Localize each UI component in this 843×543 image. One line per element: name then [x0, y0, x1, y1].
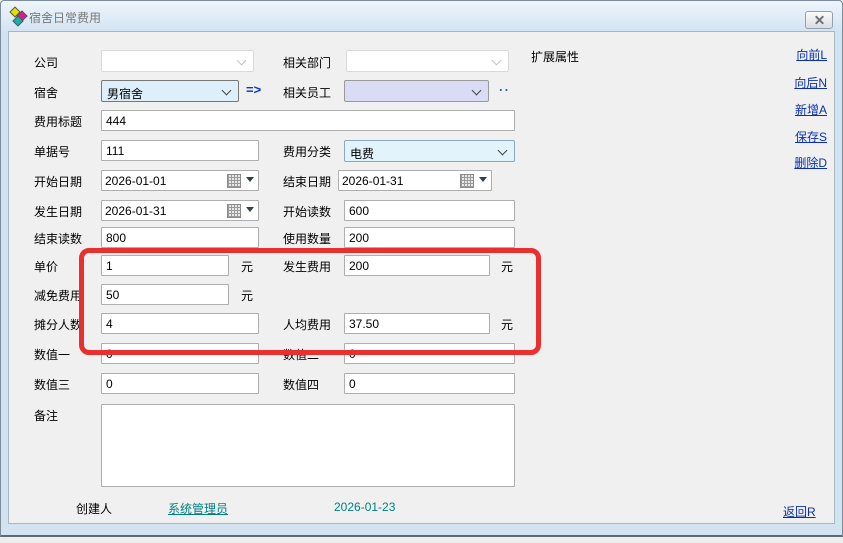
- remark-textarea[interactable]: [101, 404, 515, 487]
- end-date-input[interactable]: [339, 171, 445, 190]
- window-title: 宿舍日常费用: [29, 9, 101, 26]
- nav-next-link[interactable]: 向后N: [794, 74, 827, 91]
- chevron-down-icon: [237, 56, 247, 66]
- occur-date-picker[interactable]: [101, 200, 259, 221]
- discount-cost-label: 减免费用: [34, 287, 82, 304]
- num2-input[interactable]: [344, 343, 515, 364]
- date-dropdown-arrow-icon[interactable]: [479, 177, 487, 182]
- related-employee-label: 相关员工: [283, 84, 331, 101]
- unit-price-unit: 元: [241, 258, 253, 275]
- date-dropdown-arrow-icon[interactable]: [246, 177, 254, 182]
- num3-input[interactable]: [101, 373, 259, 394]
- start-date-picker[interactable]: [101, 170, 259, 191]
- calendar-icon: [460, 174, 474, 188]
- end-date-picker[interactable]: [338, 170, 492, 191]
- transfer-arrow-button[interactable]: =>: [246, 82, 261, 97]
- start-date-input[interactable]: [102, 171, 211, 190]
- close-icon: [814, 15, 824, 25]
- num4-input[interactable]: [344, 373, 515, 394]
- start-date-label: 开始日期: [34, 173, 82, 190]
- dormitory-select[interactable]: 男宿舍: [101, 80, 239, 102]
- calendar-icon: [227, 204, 241, 218]
- chevron-down-icon: [498, 146, 508, 156]
- expense-category-label: 费用分类: [283, 143, 331, 160]
- start-reading-label: 开始读数: [283, 203, 331, 220]
- unit-price-input[interactable]: [101, 255, 229, 276]
- chevron-down-icon: [472, 86, 482, 96]
- expense-title-input[interactable]: [101, 110, 515, 131]
- num2-label: 数值二: [283, 346, 319, 363]
- occur-date-input[interactable]: [102, 201, 211, 220]
- app-icon: [10, 8, 26, 24]
- calendar-icon: [227, 174, 241, 188]
- discount-cost-input[interactable]: [101, 284, 229, 305]
- chevron-down-icon: [492, 56, 502, 66]
- expense-category-select[interactable]: 电费: [344, 140, 515, 162]
- share-count-label: 摊分人数: [34, 316, 82, 333]
- avg-cost-label: 人均费用: [283, 316, 331, 333]
- extended-attributes-label: 扩展属性: [531, 48, 579, 65]
- end-date-label: 结束日期: [283, 173, 331, 190]
- chevron-down-icon: [222, 86, 232, 96]
- doc-no-input[interactable]: [101, 140, 259, 161]
- usage-qty-label: 使用数量: [283, 230, 331, 247]
- num1-input[interactable]: [101, 343, 259, 364]
- expense-category-value: 电费: [350, 145, 374, 162]
- nav-prev-link[interactable]: 向前L: [796, 46, 827, 63]
- num4-label: 数值四: [283, 376, 319, 393]
- avg-cost-input[interactable]: [344, 313, 490, 334]
- expense-title-label: 费用标题: [34, 113, 82, 130]
- company-label: 公司: [34, 54, 58, 71]
- num1-label: 数值一: [34, 346, 70, 363]
- usage-qty-input[interactable]: [344, 227, 515, 248]
- remark-label: 备注: [34, 407, 58, 424]
- end-reading-label: 结束读数: [34, 230, 82, 247]
- screen: 宿舍日常费用 公司 相关部门 扩展属性 宿舍 男宿舍 => 相关员工: [0, 0, 843, 543]
- delete-link[interactable]: 删除D: [794, 154, 827, 171]
- back-link[interactable]: 返回R: [783, 503, 816, 520]
- occur-cost-unit: 元: [501, 258, 513, 275]
- dialog-dormitory-daily-expense: 宿舍日常费用 公司 相关部门 扩展属性 宿舍 男宿舍 => 相关员工: [0, 0, 843, 537]
- related-employee-select[interactable]: [344, 80, 489, 102]
- save-link[interactable]: 保存S: [795, 128, 827, 145]
- close-button[interactable]: [805, 11, 833, 29]
- occur-cost-input[interactable]: [344, 255, 490, 276]
- end-reading-input[interactable]: [101, 227, 259, 248]
- occur-date-label: 发生日期: [34, 203, 82, 220]
- creator-label: 创建人: [76, 500, 112, 517]
- related-dept-label: 相关部门: [283, 54, 331, 71]
- unit-price-label: 单价: [34, 258, 58, 275]
- start-reading-input[interactable]: [344, 200, 515, 221]
- dormitory-label: 宿舍: [34, 84, 58, 101]
- employee-lookup-button[interactable]: ..: [499, 79, 510, 94]
- share-count-input[interactable]: [101, 313, 259, 334]
- avg-cost-unit: 元: [501, 316, 513, 333]
- titlebar[interactable]: 宿舍日常费用: [1, 1, 842, 31]
- doc-no-label: 单据号: [34, 143, 70, 160]
- creator-name: 系统管理员: [168, 500, 228, 517]
- company-select[interactable]: [101, 50, 254, 72]
- add-link[interactable]: 新增A: [795, 101, 827, 118]
- occur-cost-label: 发生费用: [283, 258, 331, 275]
- created-date: 2026-01-23: [334, 500, 395, 514]
- dormitory-value: 男宿舍: [107, 85, 143, 102]
- num3-label: 数值三: [34, 376, 70, 393]
- date-dropdown-arrow-icon[interactable]: [246, 207, 254, 212]
- related-dept-select[interactable]: [346, 50, 509, 72]
- discount-cost-unit: 元: [241, 287, 253, 304]
